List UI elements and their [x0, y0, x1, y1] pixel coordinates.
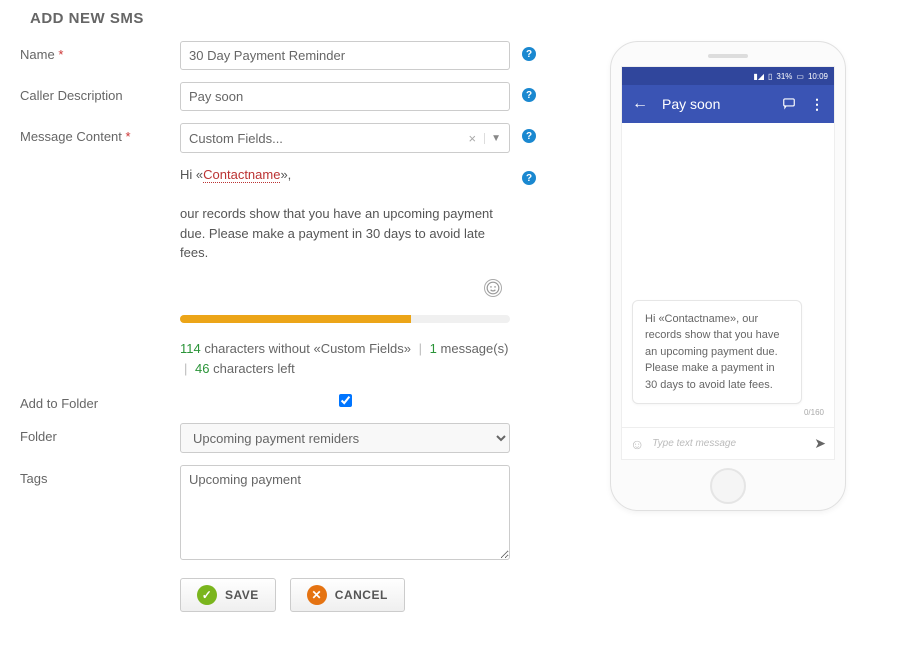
label-message-content: Message Content *: [20, 123, 180, 144]
tags-input[interactable]: Upcoming payment: [180, 465, 510, 560]
cancel-button[interactable]: ✕ CANCEL: [290, 578, 405, 612]
chat-indicator-icon: ▭: [796, 72, 804, 81]
back-icon[interactable]: ←: [632, 95, 648, 113]
custom-fields-placeholder: Custom Fields...: [189, 131, 283, 146]
label-caller-desc: Caller Description: [20, 82, 180, 103]
battery-icon: ▯: [768, 72, 772, 81]
phone-composer: ☺ Type text message ➤: [622, 427, 834, 459]
label-folder: Folder: [20, 423, 180, 444]
more-icon[interactable]: ⋮: [810, 96, 824, 113]
help-icon[interactable]: ?: [522, 129, 536, 143]
phone-speaker: [708, 54, 748, 58]
label-tags: Tags: [20, 465, 180, 486]
char-counter: 114 characters without «Custom Fields» |…: [180, 339, 510, 378]
close-icon: ✕: [307, 585, 327, 605]
send-icon[interactable]: ➤: [814, 435, 826, 452]
check-icon: ✓: [197, 585, 217, 605]
help-icon[interactable]: ?: [522, 171, 536, 185]
help-icon[interactable]: ?: [522, 88, 536, 102]
preview-char-count: 0/160: [804, 408, 824, 417]
appbar-title: Pay soon: [662, 96, 768, 112]
emoji-icon[interactable]: ☺: [630, 436, 644, 452]
phone-statusbar: ▮◢ ▯ 31% ▭ 10:09: [622, 67, 834, 85]
add-to-folder-checkbox[interactable]: [184, 394, 507, 407]
chevron-down-icon[interactable]: ▼: [484, 133, 501, 144]
help-icon[interactable]: ?: [522, 47, 536, 61]
composer-placeholder[interactable]: Type text message: [652, 438, 806, 449]
char-progress: [180, 315, 510, 323]
caller-description-input[interactable]: [180, 82, 510, 111]
label-name: Name *: [20, 41, 180, 62]
name-input[interactable]: [180, 41, 510, 70]
custom-fields-select[interactable]: Custom Fields... × ▼: [180, 123, 510, 153]
contactname-token[interactable]: Contactname: [203, 167, 280, 183]
page-title: ADD NEW SMS: [30, 10, 902, 27]
signal-icon: ▮◢: [753, 72, 764, 81]
message-icon[interactable]: [782, 96, 796, 113]
clear-icon[interactable]: ×: [465, 131, 481, 146]
save-button[interactable]: ✓ SAVE: [180, 578, 276, 612]
label-add-to-folder: Add to Folder: [20, 390, 180, 411]
message-content-textarea[interactable]: Hi «Contactname», our records show that …: [180, 165, 510, 305]
home-button[interactable]: [710, 468, 746, 504]
folder-select[interactable]: Upcoming payment remiders: [180, 423, 510, 453]
phone-appbar: ← Pay soon ⋮: [622, 85, 834, 123]
phone-preview: ▮◢ ▯ 31% ▭ 10:09 ← Pay soon ⋮ Hi «Contac…: [610, 41, 846, 511]
emoji-icon[interactable]: [484, 279, 502, 297]
preview-message-bubble: Hi «Contactname», our records show that …: [632, 300, 802, 405]
